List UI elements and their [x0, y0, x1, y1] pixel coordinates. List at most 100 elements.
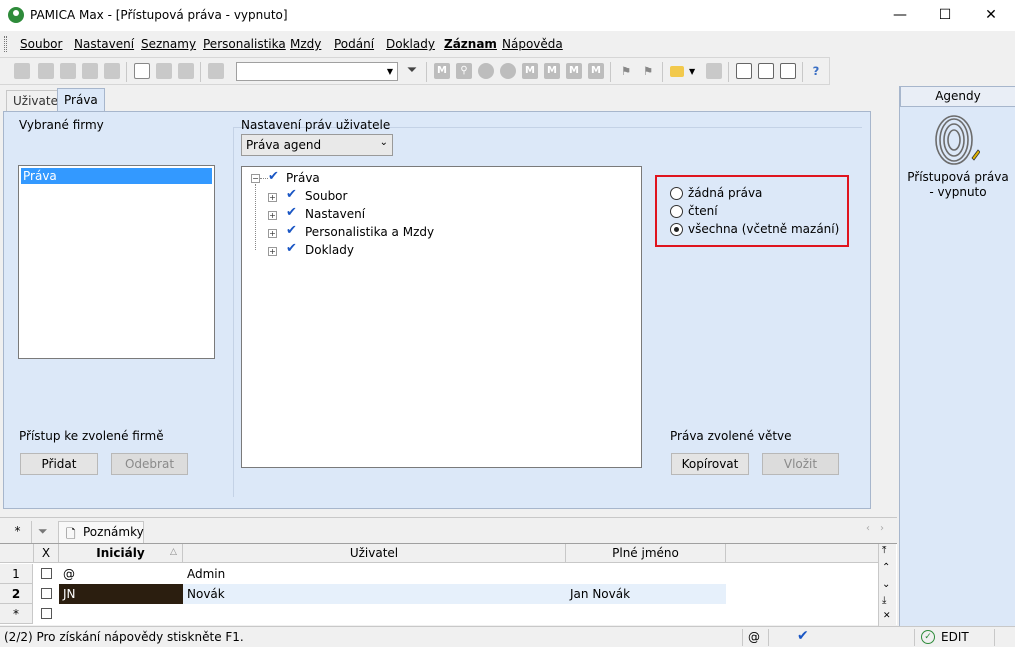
grid-scrollbar[interactable]: ⤒ ⌃ ⌄ ⤓ ✕: [878, 544, 896, 626]
m-icon-1[interactable]: M: [522, 63, 538, 79]
row-number[interactable]: *: [0, 604, 33, 624]
print-icon[interactable]: [60, 63, 76, 79]
help-icon[interactable]: ?: [808, 63, 824, 79]
add-button[interactable]: Přidat: [20, 453, 98, 475]
chevron-down-icon[interactable]: ▼: [689, 67, 695, 76]
tab-all[interactable]: *: [4, 521, 32, 543]
rights-tree[interactable]: − ✔ Práva + ✔ Soubor + ✔ Nastavení + ✔ P…: [241, 166, 642, 468]
cell-fullname[interactable]: [566, 564, 726, 584]
tree-root[interactable]: Práva: [286, 171, 320, 185]
scroll-up-icon[interactable]: ⌃: [882, 562, 890, 573]
cell-initials[interactable]: @: [59, 564, 183, 584]
column-header-initials[interactable]: Iniciály: [59, 544, 183, 563]
radio-read[interactable]: [670, 205, 683, 218]
copy-record-icon[interactable]: [38, 63, 54, 79]
row-checkbox[interactable]: [41, 608, 52, 619]
menu-soubor[interactable]: Soubor: [20, 37, 62, 51]
accessibility-icon[interactable]: [500, 63, 516, 79]
flag-icon[interactable]: ⚑: [618, 63, 634, 79]
maximize-button[interactable]: ☐: [922, 0, 968, 31]
radio-none-label[interactable]: žádná práva: [688, 186, 762, 200]
new-document-icon[interactable]: [134, 63, 150, 79]
chevron-down-icon[interactable]: ⌄: [380, 137, 388, 148]
menu-mzdy[interactable]: Mzdy: [290, 37, 321, 51]
print-preview-icon[interactable]: [82, 63, 98, 79]
copy-button[interactable]: Kopírovat: [671, 453, 749, 475]
window-icon-2[interactable]: [758, 63, 774, 79]
archive-icon[interactable]: [706, 63, 722, 79]
column-header-user[interactable]: Uživatel: [183, 544, 566, 563]
radio-read-label[interactable]: čtení: [688, 204, 718, 218]
list-item[interactable]: Práva: [21, 168, 212, 184]
expand-icon[interactable]: +: [268, 211, 277, 220]
firms-list[interactable]: Práva: [18, 165, 215, 359]
radio-none[interactable]: [670, 187, 683, 200]
menu-podani[interactable]: Podání: [334, 37, 374, 51]
tree-item-doklady[interactable]: Doklady: [305, 243, 354, 257]
close-icon[interactable]: ✕: [883, 611, 891, 621]
window-icon-1[interactable]: [736, 63, 752, 79]
filter-icon[interactable]: ⏷: [38, 524, 48, 539]
cell-user[interactable]: Admin: [183, 564, 566, 584]
row-checkbox[interactable]: [41, 568, 52, 579]
print-setup-icon[interactable]: [104, 63, 120, 79]
status-mode: EDIT: [941, 630, 969, 644]
toolbar-separator: [610, 62, 611, 82]
filter-combo[interactable]: ▼: [236, 62, 398, 81]
collapse-icon[interactable]: −: [251, 174, 260, 183]
paste-button[interactable]: Vložit: [762, 453, 839, 475]
scroll-bottom-icon[interactable]: ⤓: [882, 595, 886, 606]
minimize-button[interactable]: —: [877, 0, 923, 31]
radio-all[interactable]: [670, 223, 683, 236]
person-icon[interactable]: ⚲: [456, 63, 472, 79]
expand-icon[interactable]: +: [268, 247, 277, 256]
chevron-down-icon[interactable]: ▼: [383, 63, 397, 80]
row-number[interactable]: 1: [0, 564, 33, 584]
menu-personalistika[interactable]: Personalistika: [203, 37, 286, 51]
radio-all-label[interactable]: všechna (včetně mazání): [688, 222, 839, 236]
fingerprint-icon[interactable]: [934, 114, 980, 166]
m-icon-2[interactable]: M: [544, 63, 560, 79]
column-header-x[interactable]: X: [34, 544, 59, 563]
cell-fullname[interactable]: Jan Novák: [566, 584, 726, 604]
scroll-top-icon[interactable]: ⤒: [882, 545, 886, 556]
menu-doklady[interactable]: Doklady: [386, 37, 435, 51]
circle-icon[interactable]: [478, 63, 494, 79]
remove-button[interactable]: Odebrat: [111, 453, 188, 475]
first-record-icon[interactable]: [14, 63, 30, 79]
clipboard-icon[interactable]: [208, 63, 224, 79]
menu-napoveda[interactable]: Nápověda: [502, 37, 563, 51]
expand-icon[interactable]: +: [268, 193, 277, 202]
save-icon[interactable]: [156, 63, 172, 79]
tree-item-personalistika[interactable]: Personalistika a Mzdy: [305, 225, 434, 239]
cell-initials[interactable]: JN: [59, 584, 183, 604]
rights-type-select[interactable]: Práva agend ⌄: [241, 134, 393, 156]
menu-zaznam[interactable]: Záznam: [444, 37, 497, 51]
scroll-down-icon[interactable]: ⌄: [882, 579, 890, 590]
tree-item-soubor[interactable]: Soubor: [305, 189, 347, 203]
male-icon[interactable]: M: [434, 63, 450, 79]
expand-icon[interactable]: +: [268, 229, 277, 238]
menu-seznamy[interactable]: Seznamy: [141, 37, 196, 51]
agendy-item-label[interactable]: Přístupová práva - vypnuto: [904, 170, 1012, 200]
m-icon-4[interactable]: M: [588, 63, 604, 79]
column-header-fullname[interactable]: Plné jméno: [566, 544, 726, 563]
flag-icon-2[interactable]: ⚑: [640, 63, 656, 79]
tab-prava[interactable]: Práva: [57, 88, 105, 112]
m-icon-3[interactable]: M: [566, 63, 582, 79]
cell-user[interactable]: Novák: [183, 584, 566, 604]
tab-poznamky[interactable]: 🗋 Poznámky: [58, 521, 144, 543]
row-checkbox[interactable]: [41, 588, 52, 599]
menu-nastaveni[interactable]: Nastavení: [74, 37, 134, 51]
scroll-left-icon[interactable]: ‹: [866, 523, 870, 534]
row-number[interactable]: 2: [0, 584, 33, 604]
folder-icon[interactable]: [670, 66, 684, 77]
tree-line: [260, 178, 268, 179]
check-icon: ✔: [268, 169, 279, 184]
scroll-right-icon[interactable]: ›: [880, 523, 884, 534]
tree-item-nastaveni[interactable]: Nastavení: [305, 207, 365, 221]
filter-icon[interactable]: ⏷: [404, 63, 420, 79]
window-icon-3[interactable]: [780, 63, 796, 79]
save-all-icon[interactable]: [178, 63, 194, 79]
close-button[interactable]: ✕: [968, 0, 1014, 31]
